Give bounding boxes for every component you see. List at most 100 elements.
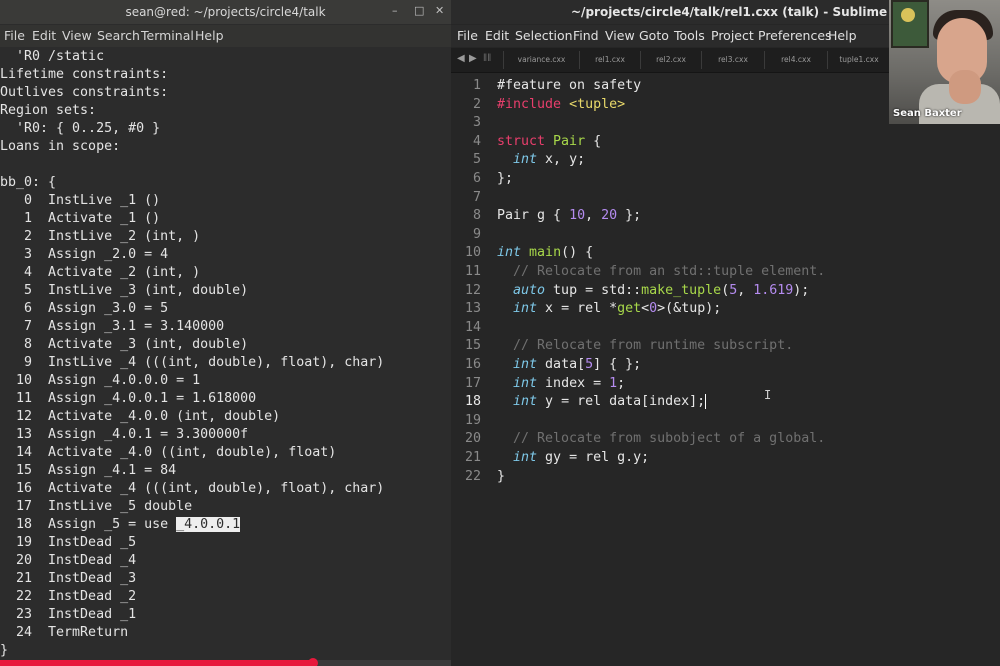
terminal-line: 1 Activate _1 (): [0, 211, 161, 226]
line-number: 4: [472, 133, 481, 149]
tab-rel4[interactable]: rel4.cxx: [764, 51, 827, 69]
sublime-menu-file[interactable]: File: [457, 28, 478, 43]
code-token: #include: [497, 96, 570, 112]
code-token: data[: [537, 357, 586, 372]
sublime-menu-help[interactable]: Help: [828, 28, 857, 43]
sublime-menu-goto[interactable]: Goto: [639, 28, 669, 43]
terminal-line: 0 InstLive _1 (): [0, 193, 161, 208]
line-number: 5: [472, 152, 481, 168]
tab-tuple1[interactable]: tuple1.cxx: [827, 51, 890, 69]
code-line: int index = 1;: [497, 375, 625, 394]
tab-rel2[interactable]: rel2.cxx: [640, 51, 701, 69]
line-number: 19: [464, 412, 481, 428]
minimize-icon[interactable]: –: [392, 4, 398, 17]
code-token: 20: [601, 208, 618, 224]
sublime-menu-view[interactable]: View: [605, 28, 635, 43]
line-number: 8: [472, 208, 481, 224]
terminal-output[interactable]: 'R0 /static Lifetime constraints: Outliv…: [0, 48, 451, 658]
terminal-menu-help[interactable]: Help: [195, 28, 224, 43]
terminal-menu-search[interactable]: Search: [97, 28, 140, 43]
code-token: {: [585, 133, 602, 149]
maximize-icon[interactable]: □: [414, 4, 424, 17]
code-editor[interactable]: #feature on safety #include <tuple> stru…: [497, 73, 937, 666]
painting-sun: [901, 8, 915, 22]
terminal-line: 4 Activate _2 (int, ): [0, 265, 201, 280]
code-line: }: [497, 468, 506, 484]
code-line: #feature on safety: [497, 78, 642, 93]
code-token: ;: [617, 375, 626, 391]
code-token: tup = std::: [545, 282, 642, 298]
terminal-line: }: [0, 643, 9, 658]
terminal-line: 19 InstDead _5: [0, 535, 137, 550]
line-number: 21: [464, 450, 481, 465]
code-line: #include <tuple>: [497, 96, 625, 115]
line-number: 9: [472, 226, 481, 242]
sublime-menu-project[interactable]: Project: [711, 28, 754, 43]
sublime-menu-selection[interactable]: Selection: [515, 28, 573, 43]
sublime-title: ~/projects/circle4/talk/rel1.cxx (talk) …: [571, 5, 920, 19]
terminal-line: 6 Assign _3.0 = 5: [0, 301, 169, 316]
terminal-line: 7 Assign _3.1 = 3.140000: [0, 319, 225, 334]
terminal-selection[interactable]: _4.0.0.1: [176, 517, 241, 532]
code-token: 5: [585, 357, 594, 372]
tab-rel1[interactable]: rel1.cxx: [579, 51, 640, 69]
close-icon[interactable]: ✕: [435, 4, 444, 17]
sublime-menu-find[interactable]: Find: [573, 28, 599, 43]
line-number: 10: [464, 245, 481, 261]
line-number: 2: [472, 96, 481, 112]
terminal-line: 11 Assign _4.0.0.1 = 1.618000: [0, 391, 257, 406]
line-number: 11: [464, 264, 481, 279]
tab-scroll-right-icon[interactable]: ▶: [469, 53, 477, 64]
code-line: };: [497, 171, 514, 186]
webcam-overlay: Sean Baxter: [889, 0, 1000, 124]
code-token: int: [513, 152, 538, 168]
terminal-line: 18 Assign _5 = use _4.0.0.1: [0, 516, 241, 534]
terminal-line: 24 TermReturn: [0, 625, 129, 640]
sublime-menu-tools[interactable]: Tools: [674, 28, 705, 43]
code-token: x, y;: [537, 152, 586, 168]
tab-scroll-left-icon[interactable]: ◀: [457, 53, 465, 64]
line-number: 16: [464, 357, 481, 372]
tab-list-icon[interactable]: ‖‖: [483, 53, 491, 64]
video-progress-bar[interactable]: [0, 658, 451, 666]
line-number: 6: [472, 171, 481, 186]
tab-variance[interactable]: variance.cxx: [503, 51, 579, 69]
terminal-line: Region sets:: [0, 103, 97, 118]
sublime-menu-preferences[interactable]: Preferences: [758, 28, 832, 43]
code-token: 1.619: [753, 282, 794, 298]
terminal-line: 'R0 /static: [0, 49, 105, 64]
terminal-line: 2 InstLive _2 (int, ): [0, 229, 201, 244]
terminal-title: sean@red: ~/projects/circle4/talk: [125, 5, 326, 19]
terminal-menu-edit[interactable]: Edit: [32, 28, 56, 43]
sublime-menu-edit[interactable]: Edit: [485, 28, 509, 43]
terminal-line: 15 Assign _4.1 = 84: [0, 463, 177, 478]
terminal-line: Lifetime constraints:: [0, 67, 169, 82]
terminal-line: 10 Assign _4.0.0.0 = 1: [0, 373, 201, 388]
code-comment: // Relocate from an std::tuple element.: [497, 264, 826, 279]
terminal-menu-view[interactable]: View: [62, 28, 92, 43]
terminal-menubar: File Edit View Search Terminal Help: [0, 25, 451, 47]
video-progress-handle[interactable]: [308, 658, 319, 666]
code-token: Pair: [553, 133, 586, 149]
terminal-menu-terminal[interactable]: Terminal: [141, 28, 194, 43]
code-token: 0: [649, 301, 658, 317]
line-number: 14: [464, 319, 481, 335]
terminal-line: 23 InstDead _1: [0, 607, 137, 622]
code-line: int main() {: [497, 244, 593, 263]
terminal-line: 16 Activate _4 (((int, double), float), …: [0, 481, 385, 496]
terminal-titlebar: sean@red: ~/projects/circle4/talk – □ ✕: [0, 0, 451, 24]
terminal-menu-file[interactable]: File: [4, 28, 25, 43]
code-token: >(&tup);: [657, 301, 722, 317]
code-token: int: [513, 375, 538, 391]
code-token: make_tuple: [641, 282, 722, 298]
code-line: int gy = rel g.y;: [497, 449, 649, 468]
code-token: int: [513, 450, 538, 465]
terminal-line: 9 InstLive _4 (((int, double), float), c…: [0, 355, 385, 370]
code-token: ] { };: [593, 357, 642, 372]
tab-rel3[interactable]: rel3.cxx: [701, 51, 764, 69]
code-token: struct: [497, 133, 554, 149]
